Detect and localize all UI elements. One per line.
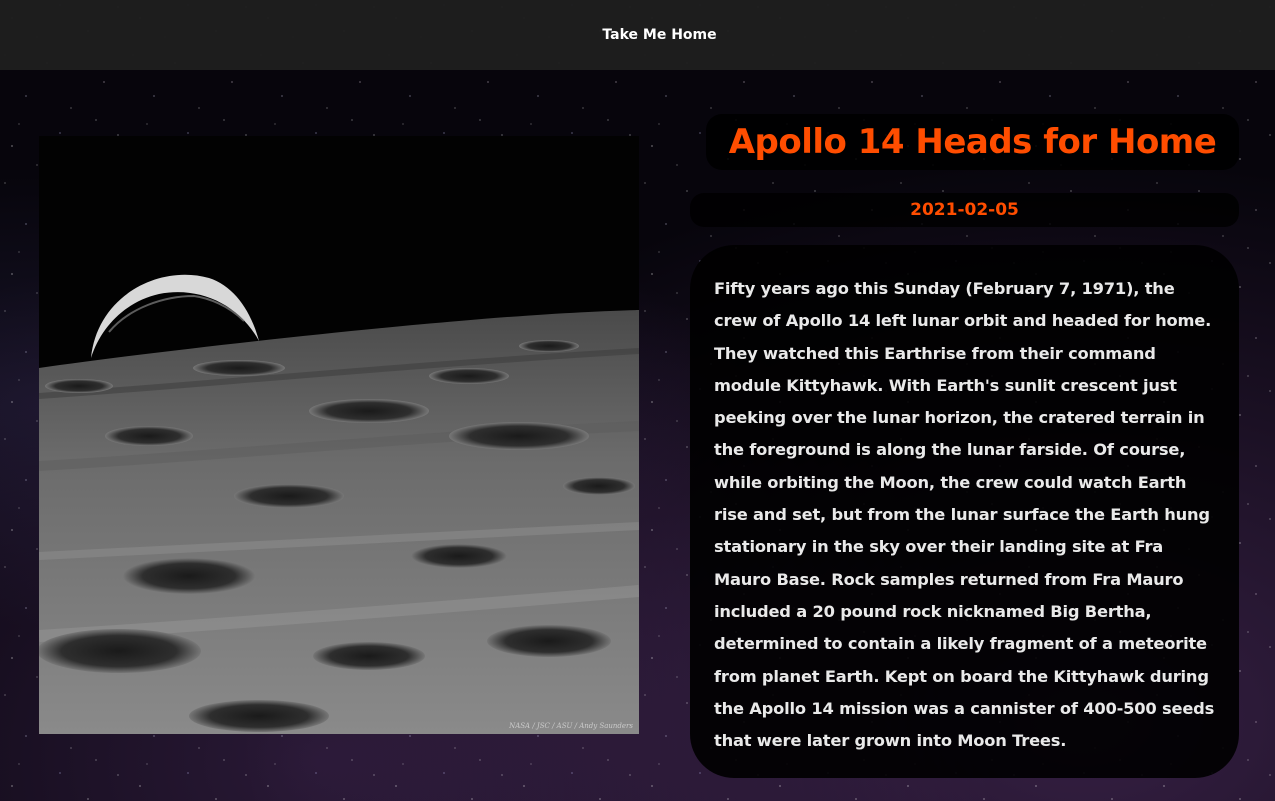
date-card: 2021-02-05 <box>690 193 1239 227</box>
page-title: Apollo 14 Heads for Home <box>728 122 1217 162</box>
lunar-earthrise-photo <box>39 136 639 734</box>
take-me-home-link[interactable]: Take Me Home <box>602 27 716 43</box>
apod-explanation: Fifty years ago this Sunday (February 7,… <box>714 279 1215 751</box>
title-card: Apollo 14 Heads for Home <box>706 114 1239 170</box>
image-credit: NASA / JSC / ASU / Andy Saunders <box>509 722 633 730</box>
top-navbar: Take Me Home <box>0 0 1275 70</box>
apod-date: 2021-02-05 <box>910 200 1019 220</box>
apod-image: NASA / JSC / ASU / Andy Saunders <box>39 136 639 734</box>
explanation-card: Fifty years ago this Sunday (February 7,… <box>690 245 1239 778</box>
